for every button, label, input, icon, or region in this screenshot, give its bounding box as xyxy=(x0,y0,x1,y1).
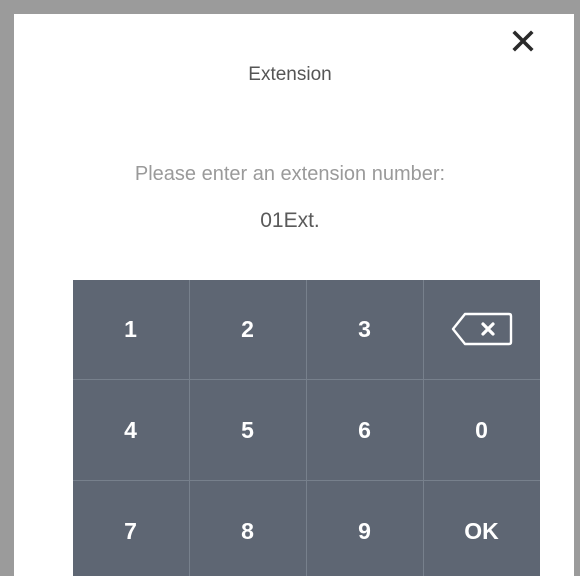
key-1[interactable]: 1 xyxy=(73,280,188,378)
key-4[interactable]: 4 xyxy=(73,381,188,479)
close-icon xyxy=(512,30,534,52)
key-2[interactable]: 2 xyxy=(190,280,305,378)
keypad-divider xyxy=(189,280,190,576)
key-8[interactable]: 8 xyxy=(190,482,305,576)
backspace-icon xyxy=(451,312,512,346)
backspace-key[interactable] xyxy=(424,280,539,378)
keypad-divider xyxy=(73,379,540,380)
ok-key[interactable]: OK xyxy=(424,482,539,576)
key-6[interactable]: 6 xyxy=(307,381,422,479)
prompt-text: Please enter an extension number: xyxy=(134,163,446,185)
close-button[interactable] xyxy=(508,26,538,56)
key-7[interactable]: 7 xyxy=(73,482,188,576)
keypad-divider xyxy=(423,280,424,576)
keypad-divider xyxy=(73,480,540,481)
key-5[interactable]: 5 xyxy=(190,381,305,479)
dialog-title: Extension xyxy=(248,64,332,85)
key-3[interactable]: 3 xyxy=(307,280,422,378)
keypad-divider xyxy=(306,280,307,576)
key-9[interactable]: 9 xyxy=(307,482,422,576)
extension-dialog: Extension Please enter an extension numb… xyxy=(14,14,574,576)
extension-value-display: 01Ext. xyxy=(260,209,320,232)
key-0[interactable]: 0 xyxy=(424,381,539,479)
numeric-keypad: 1 2 3 4 5 6 0 7 8 9 OK xyxy=(73,280,540,576)
